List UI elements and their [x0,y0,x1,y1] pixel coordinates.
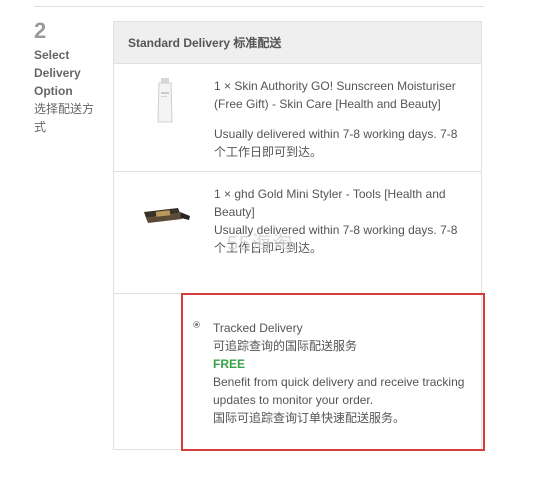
item-title: 1 × Skin Authority GO! Sunscreen Moistur… [214,79,456,111]
order-item: 1 × ghd Gold Mini Styler - Tools [Health… [114,172,481,294]
delivery-description: Benefit from quick delivery and receive … [213,375,465,407]
tracked-delivery-option[interactable]: Tracked Delivery 可追踪查询的国际配送服务 FREE Benef… [181,293,485,451]
top-divider [34,6,484,7]
panel-header: Standard Delivery 标准配送 [114,22,481,64]
hair-styler-product-image [142,202,192,235]
step-label: Select Delivery Option [34,48,81,98]
item-delivery-note: Usually delivered within 7-8 working day… [214,127,458,159]
step-indicator: 2 Select Delivery Option 选择配送方式 [34,20,104,136]
delivery-option-details: Tracked Delivery 可追踪查询的国际配送服务 FREE Benef… [213,319,478,427]
item-details: 1 × Skin Authority GO! Sunscreen Moistur… [214,77,472,161]
item-title: 1 × ghd Gold Mini Styler - Tools [Health… [214,187,446,219]
delivery-price: FREE [213,357,246,371]
step-number: 2 [34,18,47,43]
step-label-cn: 选择配送方式 [34,102,95,134]
sunscreen-product-image [152,78,178,129]
delivery-option-name: Tracked Delivery [213,321,303,335]
delivery-option-name-cn: 可追踪查询的国际配送服务 [213,339,358,353]
watermark: 55海淘 [227,233,294,255]
order-item: 1 × Skin Authority GO! Sunscreen Moistur… [114,64,481,172]
delivery-radio-button[interactable] [193,321,200,328]
delivery-description-cn: 国际可追踪查询订单快速配送服务。 [213,411,406,425]
